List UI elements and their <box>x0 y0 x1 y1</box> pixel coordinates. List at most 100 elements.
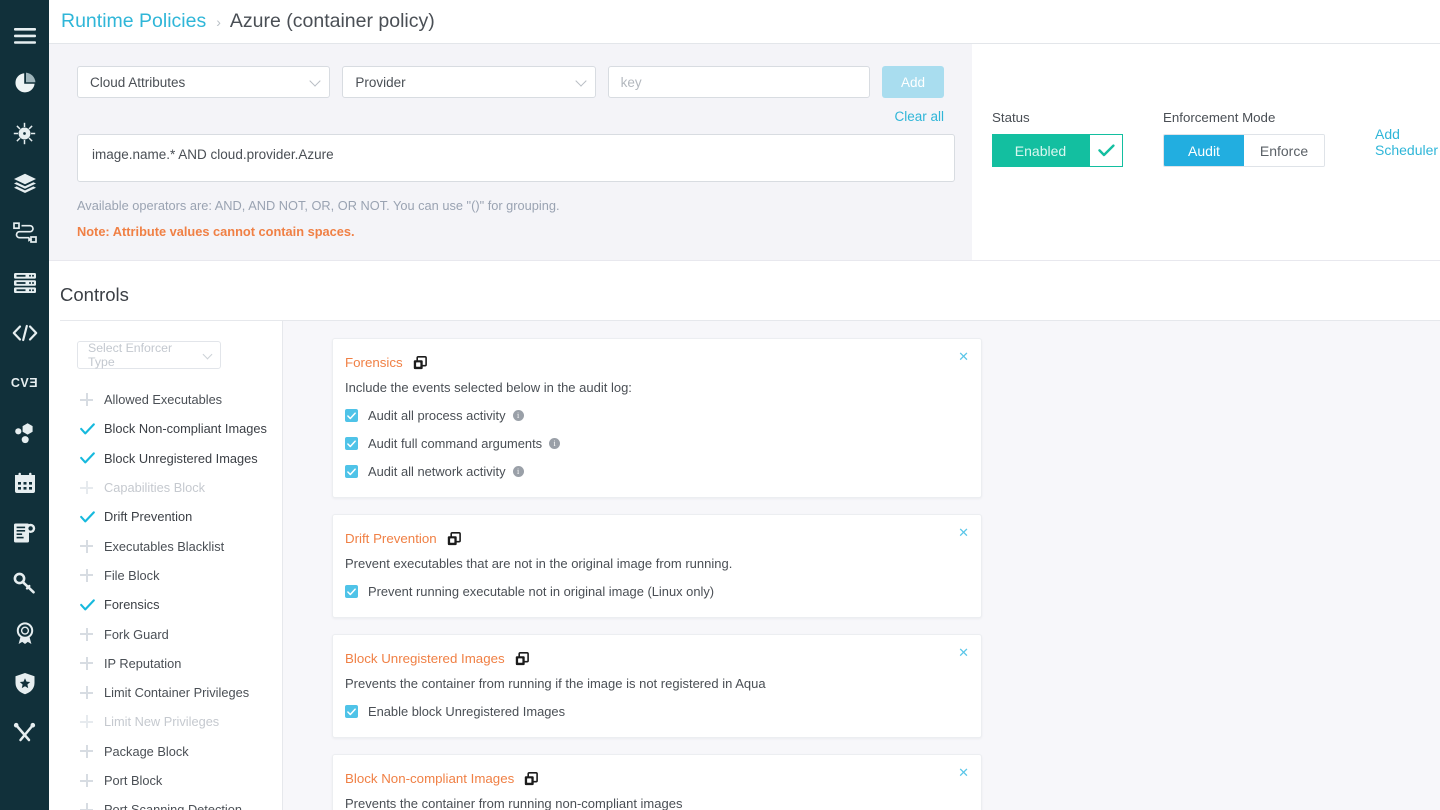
plus-icon <box>80 715 104 728</box>
control-card-description: Prevent executables that are not in the … <box>345 556 963 571</box>
control-list-item[interactable]: Block Non-compliant Images <box>60 414 282 443</box>
status-check-button[interactable] <box>1089 134 1123 167</box>
enforcement-option-audit[interactable]: Audit <box>1164 135 1244 166</box>
info-icon[interactable]: i <box>513 466 524 477</box>
dashboard-pie-icon[interactable] <box>0 58 49 108</box>
check-icon <box>347 708 356 716</box>
control-list-item[interactable]: Limit Container Privileges <box>60 678 282 707</box>
key-input[interactable] <box>608 66 870 98</box>
control-list-item-label: Fork Guard <box>104 627 169 642</box>
control-list-item-label: Drift Prevention <box>104 509 192 524</box>
criteria-builder-row: Cloud Attributes Provider Add <box>77 66 944 98</box>
control-list-item-label: IP Reputation <box>104 656 181 671</box>
tools-icon[interactable] <box>0 708 49 758</box>
control-card-option-label: Enable block Unregistered Images <box>368 704 565 719</box>
control-list-item[interactable]: Allowed Executables <box>60 385 282 414</box>
attribute-property-value: Provider <box>355 75 405 90</box>
control-list-item[interactable]: File Block <box>60 561 282 590</box>
plus-icon <box>80 745 104 758</box>
status-enforcement-panel: Status Enabled Enforcement Mode Audit En… <box>972 44 1440 261</box>
key-icon[interactable] <box>0 558 49 608</box>
chevron-down-icon <box>203 350 213 360</box>
control-list-item[interactable]: Fork Guard <box>60 619 282 648</box>
control-list-item[interactable]: Drift Prevention <box>60 502 282 531</box>
layers-icon[interactable] <box>0 158 49 208</box>
control-card-title: Drift Prevention <box>345 531 437 546</box>
bug-icon[interactable] <box>0 108 49 158</box>
duplicate-icon[interactable] <box>524 772 538 786</box>
hamburger-menu-icon[interactable] <box>0 14 49 58</box>
control-card-option[interactable]: Audit all network activityi <box>345 464 963 479</box>
control-card-option[interactable]: Prevent running executable not in origin… <box>345 584 963 599</box>
control-list-item[interactable]: IP Reputation <box>60 649 282 678</box>
controls-item-list: Allowed ExecutablesBlock Non-compliant I… <box>60 385 282 810</box>
report-icon[interactable] <box>0 508 49 558</box>
info-icon[interactable]: i <box>549 438 560 449</box>
control-list-item[interactable]: Forensics <box>60 590 282 619</box>
control-list-item[interactable]: Port Block <box>60 766 282 795</box>
duplicate-icon <box>413 356 427 370</box>
control-list-item[interactable]: Capabilities Block <box>60 473 282 502</box>
breadcrumb-separator-icon: › <box>216 14 221 30</box>
plus-icon <box>80 393 104 406</box>
badge-icon[interactable] <box>0 608 49 658</box>
control-list-item[interactable]: Executables Blacklist <box>60 531 282 560</box>
control-card-option[interactable]: Audit all process activityi <box>345 408 963 423</box>
close-icon[interactable]: ✕ <box>958 526 969 539</box>
check-icon <box>347 412 356 420</box>
cve-icon[interactable]: CVƎ <box>0 358 49 408</box>
control-list-item[interactable]: Package Block <box>60 737 282 766</box>
check-icon <box>80 511 104 523</box>
control-list-item-label: Executables Blacklist <box>104 539 224 554</box>
checkbox[interactable] <box>345 409 358 422</box>
expression-textarea[interactable]: image.name.* AND cloud.provider.Azure <box>77 134 955 182</box>
clear-all-link[interactable]: Clear all <box>77 109 944 124</box>
close-icon[interactable]: ✕ <box>958 766 969 779</box>
breadcrumb-parent-link[interactable]: Runtime Policies <box>61 10 206 33</box>
attribute-property-select[interactable]: Provider <box>342 66 595 98</box>
add-button[interactable]: Add <box>882 66 944 98</box>
control-card-header: Drift Prevention <box>345 531 963 546</box>
control-list-item[interactable]: Limit New Privileges <box>60 707 282 736</box>
server-stack-icon[interactable] <box>0 258 49 308</box>
info-icon[interactable]: i <box>513 410 524 421</box>
control-card-option[interactable]: Audit full command argumentsi <box>345 436 963 451</box>
shield-star-icon[interactable] <box>0 658 49 708</box>
control-list-item[interactable]: Port Scanning Detection <box>60 795 282 810</box>
checkbox[interactable] <box>345 437 358 450</box>
duplicate-icon[interactable] <box>413 356 427 370</box>
duplicate-icon[interactable] <box>447 532 461 546</box>
nodes-icon[interactable] <box>0 408 49 458</box>
control-card-header: Block Non-compliant Images <box>345 771 963 786</box>
checkbox[interactable] <box>345 585 358 598</box>
add-scheduler-link[interactable]: Add Scheduler <box>1375 126 1440 158</box>
duplicate-icon[interactable] <box>515 652 529 666</box>
status-enabled-button[interactable]: Enabled <box>992 134 1089 167</box>
close-icon[interactable]: ✕ <box>958 646 969 659</box>
control-list-item-label: Package Block <box>104 744 189 759</box>
controls-list-panel: Select Enforcer Type Allowed Executables… <box>60 320 283 810</box>
status-toggle[interactable]: Enabled <box>992 134 1123 167</box>
control-list-item-label: Limit Container Privileges <box>104 685 249 700</box>
control-card: Block Unregistered Images✕Prevents the c… <box>332 634 982 738</box>
duplicate-icon <box>447 532 461 546</box>
policy-scope-panel: Cloud Attributes Provider Add Clear all … <box>49 44 972 261</box>
calendar-icon[interactable] <box>0 458 49 508</box>
plus-icon <box>80 686 104 699</box>
close-icon[interactable]: ✕ <box>958 350 969 363</box>
control-list-item[interactable]: Block Unregistered Images <box>60 444 282 473</box>
enforcement-group: Enforcement Mode Audit Enforce <box>1163 110 1325 167</box>
checkbox[interactable] <box>345 705 358 718</box>
control-card-title: Block Non-compliant Images <box>345 771 514 786</box>
control-list-item-label: Capabilities Block <box>104 480 205 495</box>
control-card-option[interactable]: Enable block Unregistered Images <box>345 704 963 719</box>
control-list-item-label: Limit New Privileges <box>104 714 219 729</box>
code-icon[interactable] <box>0 308 49 358</box>
enforcement-mode-toggle[interactable]: Audit Enforce <box>1163 134 1325 167</box>
enforcement-option-enforce[interactable]: Enforce <box>1244 135 1324 166</box>
check-icon <box>80 423 104 435</box>
enforcer-type-select[interactable]: Select Enforcer Type <box>77 341 221 369</box>
attribute-type-select[interactable]: Cloud Attributes <box>77 66 330 98</box>
workload-flow-icon[interactable] <box>0 208 49 258</box>
checkbox[interactable] <box>345 465 358 478</box>
